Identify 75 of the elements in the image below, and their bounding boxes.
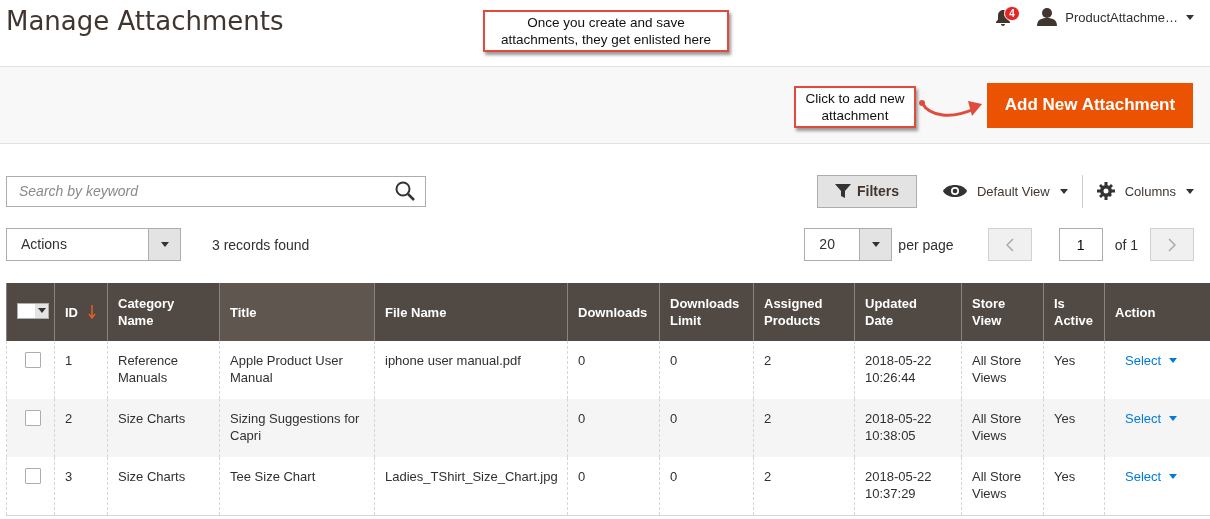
- table-cell: 0: [670, 469, 678, 484]
- page-count: of 1: [1114, 236, 1138, 253]
- previous-page-button[interactable]: [987, 228, 1032, 261]
- table-cell: Size Charts: [118, 469, 186, 484]
- gear-icon: [1096, 182, 1115, 200]
- page-size-select[interactable]: 20: [804, 228, 893, 261]
- columns-menu[interactable]: Columns: [1096, 182, 1194, 200]
- table-cell: 2018-05-22 10:37:29: [865, 469, 932, 501]
- caret-icon: [871, 242, 880, 247]
- caret-icon: [37, 308, 46, 313]
- add-new-attachment-button[interactable]: Add New Attachment: [987, 82, 1193, 128]
- table-cell: 2: [764, 411, 772, 426]
- table-cell: 0: [670, 353, 678, 368]
- table-cell: Sizing Suggestions for Capri: [230, 411, 360, 443]
- table-cell: 2: [65, 411, 73, 426]
- caret-icon: [160, 242, 169, 247]
- row-checkbox[interactable]: [25, 410, 41, 426]
- column-header[interactable]: Action: [1115, 303, 1156, 321]
- column-header[interactable]: Title: [230, 303, 257, 321]
- table-cell: All Store Views: [972, 353, 1022, 385]
- caret-icon: [1169, 416, 1178, 421]
- user-name: ProductAttachme…: [1065, 9, 1178, 25]
- caret-icon: [1169, 474, 1178, 479]
- filters-button[interactable]: Filters: [816, 174, 917, 208]
- select-action-link[interactable]: Select: [1125, 410, 1178, 427]
- notification-count-badge: 4: [1004, 5, 1020, 21]
- table-cell: 3: [65, 469, 73, 484]
- table-cell: 0: [578, 353, 586, 368]
- table-cell: 0: [578, 411, 586, 426]
- view-menu[interactable]: Default View: [942, 183, 1068, 199]
- select-action-link[interactable]: Select: [1125, 468, 1178, 485]
- records-count: 3 records found: [212, 236, 310, 253]
- user-icon: [1037, 8, 1058, 26]
- table-cell: Reference Manuals: [118, 353, 178, 385]
- actions-select[interactable]: Actions: [6, 228, 181, 261]
- table-cell: Yes: [1054, 411, 1076, 426]
- filter-icon: [834, 184, 851, 198]
- table-cell: 2018-05-22 10:38:05: [865, 411, 932, 443]
- per-page-label: per page: [898, 236, 954, 253]
- table-cell: Tee Size Chart: [230, 469, 316, 484]
- table-cell: 1: [65, 353, 73, 368]
- page-number-field[interactable]: 1: [1058, 228, 1103, 261]
- table-cell: All Store Views: [972, 411, 1022, 443]
- column-header[interactable]: File Name: [385, 303, 447, 321]
- table-cell: Ladies_TShirt_Size_Chart.jpg: [385, 469, 558, 484]
- table-cell: 0: [670, 411, 678, 426]
- table-cell: 2: [764, 353, 772, 368]
- chevron-left-icon: [1005, 237, 1014, 252]
- chevron-right-icon: [1168, 237, 1176, 252]
- caret-icon: [1186, 188, 1194, 194]
- callout-note: Once you create and save attachments, they get enlisted here: [483, 10, 729, 52]
- row-checkbox[interactable]: [25, 468, 41, 484]
- caret-icon: [1059, 188, 1068, 194]
- table-cell: 0: [578, 469, 586, 484]
- table-cell: Yes: [1054, 469, 1076, 484]
- caret-icon: [1186, 14, 1194, 20]
- select-action-link[interactable]: Select: [1125, 352, 1178, 369]
- user-menu[interactable]: ProductAttachme…: [1037, 8, 1194, 26]
- search-field[interactable]: Search by keyword: [6, 175, 426, 207]
- eye-icon: [942, 184, 967, 198]
- table-cell: All Store Views: [972, 469, 1022, 501]
- table-cell: Size Charts: [118, 411, 186, 426]
- column-header[interactable]: ID: [65, 303, 78, 321]
- page-title: Manage Attachments: [6, 6, 284, 36]
- table-cell: Yes: [1054, 353, 1076, 368]
- search-icon: [395, 181, 415, 201]
- next-page-button[interactable]: [1150, 228, 1194, 261]
- callout-note: Click to add new attachment: [794, 86, 916, 128]
- table-cell: 2018-05-22 10:26:44: [865, 353, 932, 385]
- mass-select-checkbox[interactable]: [17, 302, 49, 319]
- table-cell: 2: [764, 469, 772, 484]
- row-checkbox[interactable]: [25, 352, 41, 368]
- caret-icon: [1169, 358, 1178, 363]
- table-cell: iphone user manual.pdf: [385, 353, 521, 368]
- table-cell: Apple Product User Manual: [230, 353, 343, 385]
